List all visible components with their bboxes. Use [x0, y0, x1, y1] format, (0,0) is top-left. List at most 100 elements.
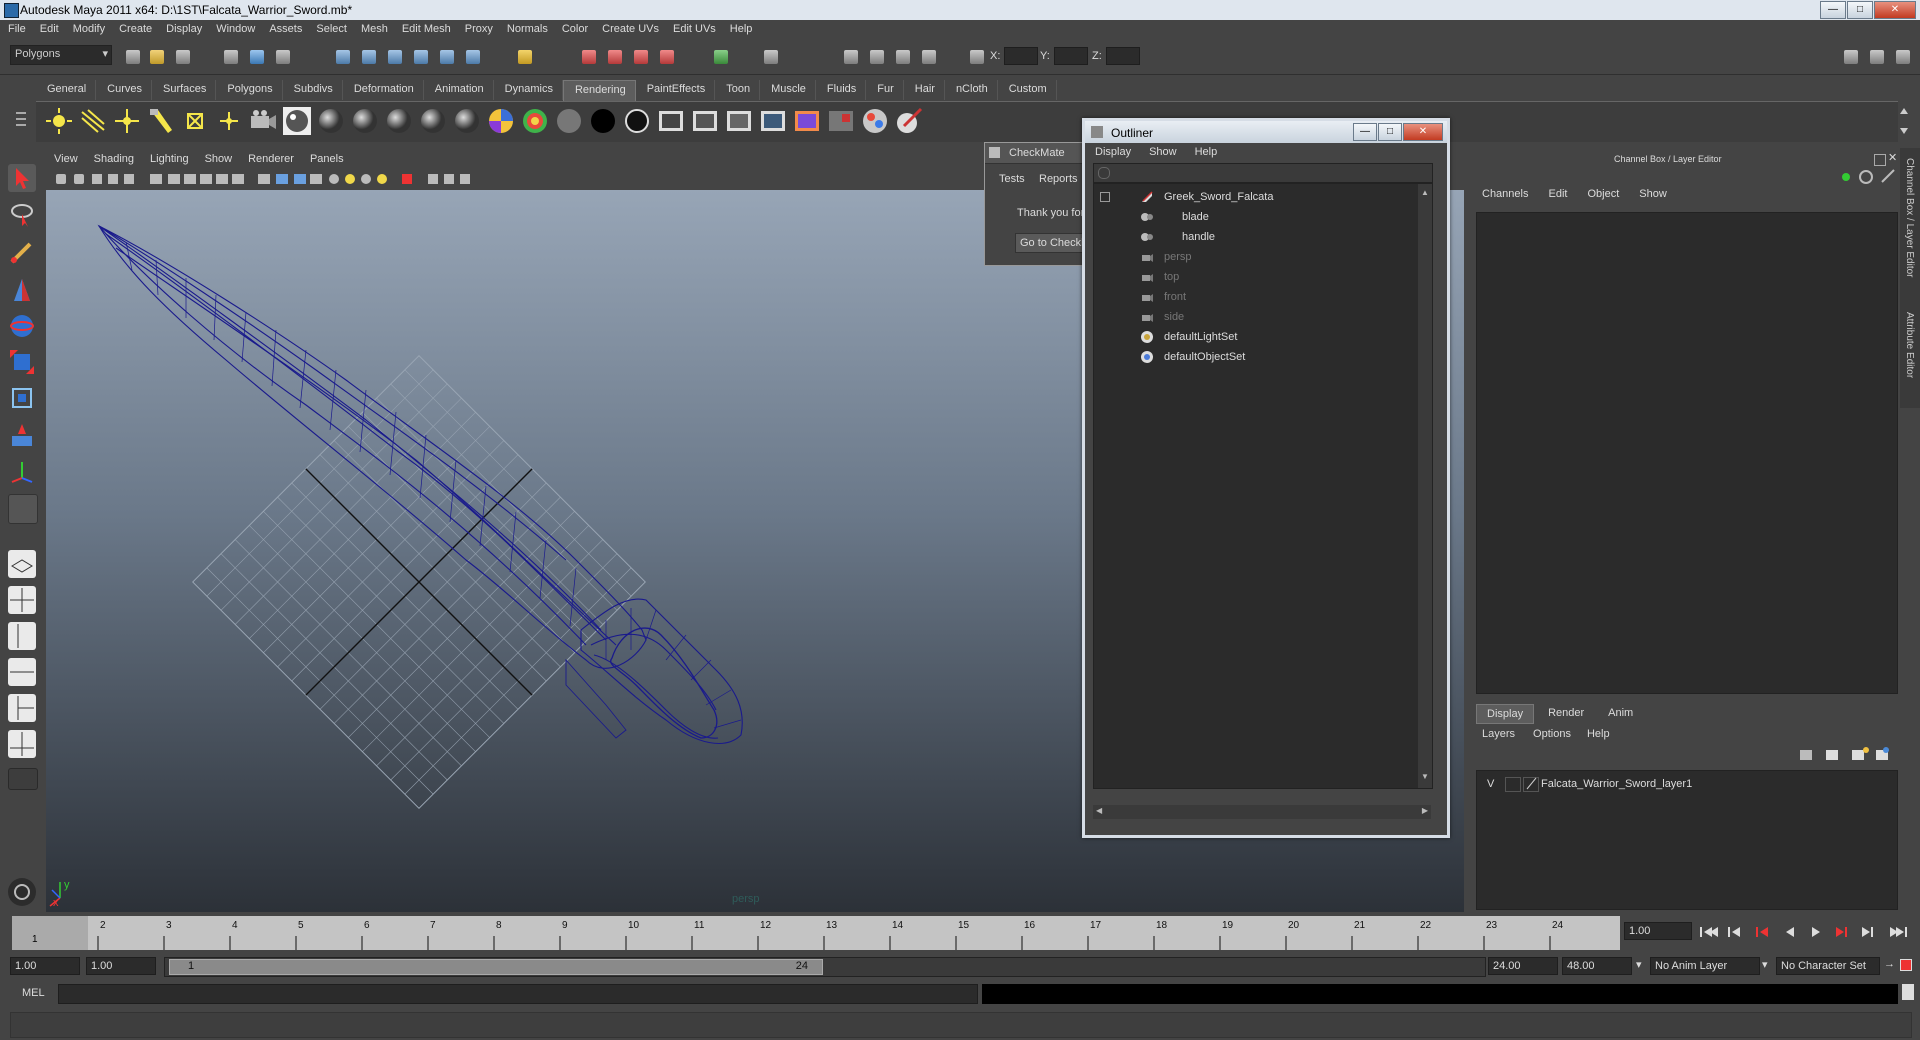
maximize-button[interactable]: □	[1847, 1, 1873, 19]
snap-surface-icon[interactable]	[438, 48, 456, 66]
single-perspective-layout-icon[interactable]	[8, 550, 36, 578]
shelf-tab-dynamics[interactable]: Dynamics	[494, 80, 563, 100]
lambert-icon[interactable]	[316, 106, 346, 136]
toggle-channel-box-icon[interactable]	[1894, 48, 1912, 66]
outliner-menu-help[interactable]: Help	[1185, 143, 1226, 161]
scroll-up-icon[interactable]: ▲	[1421, 188, 1429, 197]
channel-box-panel[interactable]	[1476, 212, 1898, 694]
outliner-item-top[interactable]: top	[1094, 268, 1432, 286]
render-sequence-icon[interactable]	[656, 106, 686, 136]
anisotropic-icon[interactable]	[418, 106, 448, 136]
outliner-menu-show[interactable]: Show	[1139, 143, 1185, 161]
menu-select[interactable]: Select	[308, 20, 353, 40]
outliner-item-greek-sword-falcata[interactable]: Greek_Sword_Falcata	[1094, 188, 1432, 206]
side-tab-channel-box[interactable]: Channel Box / Layer Editor	[1904, 158, 1915, 278]
outliner-filter-field[interactable]	[1093, 163, 1433, 183]
checkmate-go-button[interactable]: Go to Checkl	[1015, 233, 1089, 253]
float-panel-icon[interactable]	[1874, 154, 1886, 166]
animation-prefs-icon[interactable]	[1900, 959, 1912, 971]
scroll-down-icon[interactable]: ▼	[1421, 772, 1429, 781]
shelf-menu-icon[interactable]	[14, 108, 28, 136]
outliner-horizontal-scrollbar[interactable]: ◀ ▶	[1093, 805, 1431, 819]
range-slider[interactable]: 1 24	[164, 957, 1486, 977]
persp-graph-outliner-layout-icon[interactable]	[8, 730, 36, 758]
four-view-layout-icon[interactable]	[8, 586, 36, 614]
menu-edit[interactable]: Edit	[32, 20, 65, 40]
outliner-menu-display[interactable]: Display	[1085, 143, 1139, 161]
viewport-menu-shading[interactable]: Shading	[86, 150, 142, 168]
point-light-icon[interactable]	[112, 106, 142, 136]
shelf-tab-toon[interactable]: Toon	[715, 80, 761, 100]
anim-layer-dropdown[interactable]: No Anim Layer	[1650, 957, 1760, 975]
menu-create[interactable]: Create	[111, 20, 158, 40]
select-tool-icon[interactable]	[8, 164, 36, 192]
layer-tab-display[interactable]: Display	[1476, 704, 1535, 724]
menu-proxy[interactable]: Proxy	[457, 20, 499, 40]
layer-row[interactable]: V Falcata_Warrior_Sword_layer1	[1477, 775, 1897, 793]
new-scene-icon[interactable]	[124, 48, 142, 66]
side-tab-attribute-editor[interactable]: Attribute Editor	[1904, 312, 1915, 392]
universal-manipulator-icon[interactable]	[8, 384, 36, 412]
shelf-tab-ncloth[interactable]: nCloth	[945, 80, 998, 100]
select-by-component-icon[interactable]	[274, 48, 292, 66]
rotate-tool-icon[interactable]	[8, 312, 36, 340]
batch-render-icon[interactable]	[826, 106, 856, 136]
phong-e-icon[interactable]	[384, 106, 414, 136]
command-input[interactable]	[58, 984, 978, 1004]
outliner-item-persp[interactable]: persp	[1094, 248, 1432, 266]
layer-tab-render[interactable]: Render	[1534, 704, 1598, 724]
collapse-icon[interactable]	[1100, 192, 1110, 202]
minimize-button[interactable]: —	[1820, 1, 1846, 19]
area-light-icon[interactable]	[180, 106, 210, 136]
absolute-transform-icon[interactable]	[968, 48, 986, 66]
shelf-scroll[interactable]	[1896, 104, 1912, 138]
directional-light-icon[interactable]	[78, 106, 108, 136]
bump-map-icon[interactable]	[622, 106, 652, 136]
attribute-editor-icon[interactable]	[842, 48, 860, 66]
shelf-tab-rendering[interactable]: Rendering	[562, 80, 636, 101]
playback-controls[interactable]	[1696, 922, 1916, 942]
shelf-tab-general[interactable]: General	[36, 80, 97, 100]
shelf-tab-muscle[interactable]: Muscle	[760, 80, 816, 100]
outliner-maximize-button[interactable]: □	[1378, 123, 1402, 141]
current-frame-marker[interactable]: 1	[12, 916, 88, 950]
layer-editor-icon[interactable]	[920, 48, 938, 66]
toggle-attribute-editor-icon[interactable]	[1842, 48, 1860, 66]
chevron-down-icon[interactable]: ▾	[1762, 958, 1768, 971]
ipr-icon[interactable]	[724, 106, 754, 136]
select-by-hierarchy-icon[interactable]	[222, 48, 240, 66]
menu-assets[interactable]: Assets	[261, 20, 308, 40]
channel-box-icon[interactable]	[894, 48, 912, 66]
texture-editor-icon[interactable]	[860, 106, 890, 136]
save-scene-icon[interactable]	[174, 48, 192, 66]
paint-select-icon[interactable]	[8, 238, 36, 266]
shelf-tab-fur[interactable]: Fur	[866, 80, 904, 100]
show-manipulator-icon[interactable]	[8, 458, 36, 486]
shelf-tab-hair[interactable]: Hair	[904, 80, 945, 100]
input-output-icon[interactable]	[580, 48, 598, 66]
shelf-tab-painteffects[interactable]: PaintEffects	[636, 80, 716, 100]
select-by-object-icon[interactable]	[248, 48, 266, 66]
close-button[interactable]: ✕	[1874, 1, 1916, 19]
layer-menu-layers[interactable]: Layers	[1478, 728, 1525, 740]
outliner-item-blade[interactable]: blade	[1094, 208, 1432, 226]
viewport-menu-lighting[interactable]: Lighting	[142, 150, 197, 168]
ambient-light-icon[interactable]	[44, 106, 74, 136]
toggle-tool-settings-icon[interactable]	[1868, 48, 1886, 66]
menu-display[interactable]: Display	[158, 20, 208, 40]
layer-type-toggle[interactable]	[1505, 777, 1521, 792]
snap-view-icon[interactable]	[464, 48, 482, 66]
layer-visibility-toggle[interactable]: V	[1487, 778, 1494, 790]
playback-start-time[interactable]: 1.00	[86, 957, 156, 975]
ramp-shader-icon[interactable]	[486, 106, 516, 136]
time-slider[interactable]: 123456789101112131415161718192021222324 …	[12, 916, 1620, 950]
ipr-render-icon[interactable]	[658, 48, 676, 66]
menu-help[interactable]: Help	[722, 20, 759, 40]
mouse-settings-icon[interactable]	[8, 878, 36, 906]
menuset-dropdown[interactable]: Polygons ▾	[10, 45, 112, 65]
volume-light-icon[interactable]	[214, 106, 244, 136]
use-background-icon[interactable]	[588, 106, 618, 136]
x-input[interactable]	[1004, 47, 1038, 65]
snap-point-icon[interactable]	[386, 48, 404, 66]
layer-action-icons[interactable]	[1796, 746, 1890, 764]
